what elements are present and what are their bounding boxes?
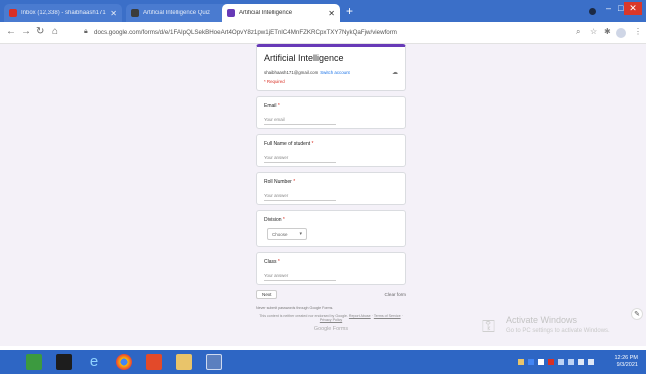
google-forms-logo: Google Forms: [313, 326, 349, 332]
window-close-button[interactable]: ✕: [624, 2, 642, 15]
tab-title: Artificial Intelligence Quiz: [143, 10, 211, 16]
reload-icon[interactable]: ↻: [36, 26, 44, 37]
internet-explorer-icon[interactable]: e: [86, 354, 102, 370]
question-class: Class * Your answer: [256, 252, 406, 285]
chrome-icon[interactable]: [116, 354, 132, 370]
calculator-icon[interactable]: [206, 354, 222, 370]
switch-account-link[interactable]: Switch account: [320, 70, 350, 75]
cloud-save-icon: ☁: [392, 70, 398, 76]
minimize-icon[interactable]: –: [606, 3, 611, 13]
report-abuse-link[interactable]: Report Abuse: [349, 314, 371, 318]
privacy-link[interactable]: Privacy Policy: [320, 318, 342, 322]
roll-number-field[interactable]: Your answer: [264, 193, 336, 201]
tray-doc-icon[interactable]: [538, 359, 544, 365]
question-label: Division *: [264, 217, 285, 223]
close-icon[interactable]: ✕: [328, 9, 335, 18]
form-title: Artificial Intelligence: [264, 53, 344, 63]
full-name-field[interactable]: Your answer: [264, 155, 336, 163]
question-email: Email * Your email: [256, 96, 406, 129]
page-viewport: Artificial Intelligence shaibhaash171@gm…: [0, 44, 646, 346]
password-warning: Never submit passwords through Google Fo…: [256, 306, 334, 310]
account-row: shaibhaash171@gmail.com Switch account ☁: [264, 69, 398, 76]
gmail-icon: [9, 9, 17, 17]
tray-alert-icon[interactable]: [548, 359, 554, 365]
search-icon[interactable]: ⌕: [576, 27, 580, 37]
tray-folder-icon[interactable]: [518, 359, 524, 365]
question-division: Division * Choose ▾: [256, 210, 406, 247]
division-select[interactable]: Choose ▾: [267, 228, 307, 240]
question-full-name: Full Name of student * Your answer: [256, 134, 406, 167]
clear-form-button[interactable]: Clear form: [385, 292, 406, 297]
menu-icon[interactable]: ▬: [5, 344, 12, 346]
signal-icon[interactable]: [588, 359, 594, 365]
question-label: Email *: [264, 103, 280, 109]
lock-icon[interactable]: 🔒︎: [84, 28, 88, 36]
select-value: Choose: [272, 231, 288, 237]
file-explorer-icon[interactable]: [26, 354, 42, 370]
back-icon[interactable]: ←: [6, 26, 16, 37]
form-header-card: Artificial Intelligence shaibhaash171@gm…: [256, 44, 406, 91]
tray-app-icon[interactable]: [528, 359, 534, 365]
chevron-down-icon: ▾: [299, 231, 302, 237]
profile-icon[interactable]: [589, 8, 596, 15]
forms-icon: [227, 9, 235, 17]
question-roll-number: Roll Number * Your answer: [256, 172, 406, 205]
next-button[interactable]: Next: [256, 290, 278, 299]
home-icon[interactable]: ⌂: [52, 26, 58, 37]
terminal-icon[interactable]: [56, 354, 72, 370]
tray-network-icon[interactable]: [558, 359, 564, 365]
watermark-title: Activate Windows: [506, 315, 578, 325]
browser-tab-strip: Inbox (12,338) - shaibhaash171... ✕ Arti…: [0, 0, 646, 22]
disclaimer: This content is neither created nor endo…: [259, 314, 403, 322]
terms-link[interactable]: Terms of Service: [374, 314, 401, 318]
volume-icon[interactable]: [578, 359, 584, 365]
avatar[interactable]: [616, 28, 626, 38]
email-field[interactable]: Your email: [264, 117, 336, 125]
question-label: Full Name of student *: [264, 141, 314, 147]
url-field[interactable]: docs.google.com/forms/d/e/1FAIpQLSekBHoe…: [94, 29, 397, 36]
forward-icon[interactable]: →: [21, 26, 31, 37]
tab-title: Artificial Intelligence: [239, 10, 293, 16]
google-form: Artificial Intelligence shaibhaash171@gm…: [256, 44, 406, 332]
folder-icon[interactable]: [176, 354, 192, 370]
extensions-icon[interactable]: ✱: [604, 27, 611, 36]
tab-inbox[interactable]: Inbox (12,338) - shaibhaash171... ✕: [4, 4, 122, 22]
clock-date: 9/3/2021: [616, 362, 638, 368]
system-clock[interactable]: 12:26 PM 9/3/2021: [614, 355, 638, 369]
pencil-icon[interactable]: ✎: [631, 308, 643, 320]
office-icon[interactable]: [146, 354, 162, 370]
menu-kebab-icon[interactable]: ⋮: [634, 27, 642, 36]
required-note: * Required: [264, 79, 285, 84]
windows-taskbar: e 12:26 PM 9/3/2021: [0, 350, 646, 374]
new-tab-button[interactable]: +: [346, 5, 353, 17]
clock-time: 12:26 PM: [614, 355, 638, 361]
tab-title: Inbox (12,338) - shaibhaash171...: [21, 10, 107, 16]
tray-flag-icon[interactable]: [568, 359, 574, 365]
classroom-icon: [131, 9, 139, 17]
tab-ai-form[interactable]: Artificial Intelligence ✕: [222, 4, 340, 22]
question-label: Roll Number *: [264, 179, 296, 185]
address-bar-row: ← → ↻ ⌂ 🔒︎ docs.google.com/forms/d/e/1FA…: [0, 22, 646, 44]
question-label: Class *: [264, 259, 280, 265]
maximize-icon[interactable]: □: [618, 3, 623, 13]
key-icon: ⚿: [482, 317, 495, 336]
class-field[interactable]: Your answer: [264, 273, 336, 281]
watermark-subtitle: Go to PC settings to activate Windows.: [506, 328, 610, 334]
account-email: shaibhaash171@gmail.com: [264, 70, 319, 75]
form-actions: Next Clear form: [256, 290, 406, 299]
bookmark-star-icon[interactable]: ☆: [590, 27, 597, 36]
close-icon[interactable]: ✕: [110, 9, 117, 18]
